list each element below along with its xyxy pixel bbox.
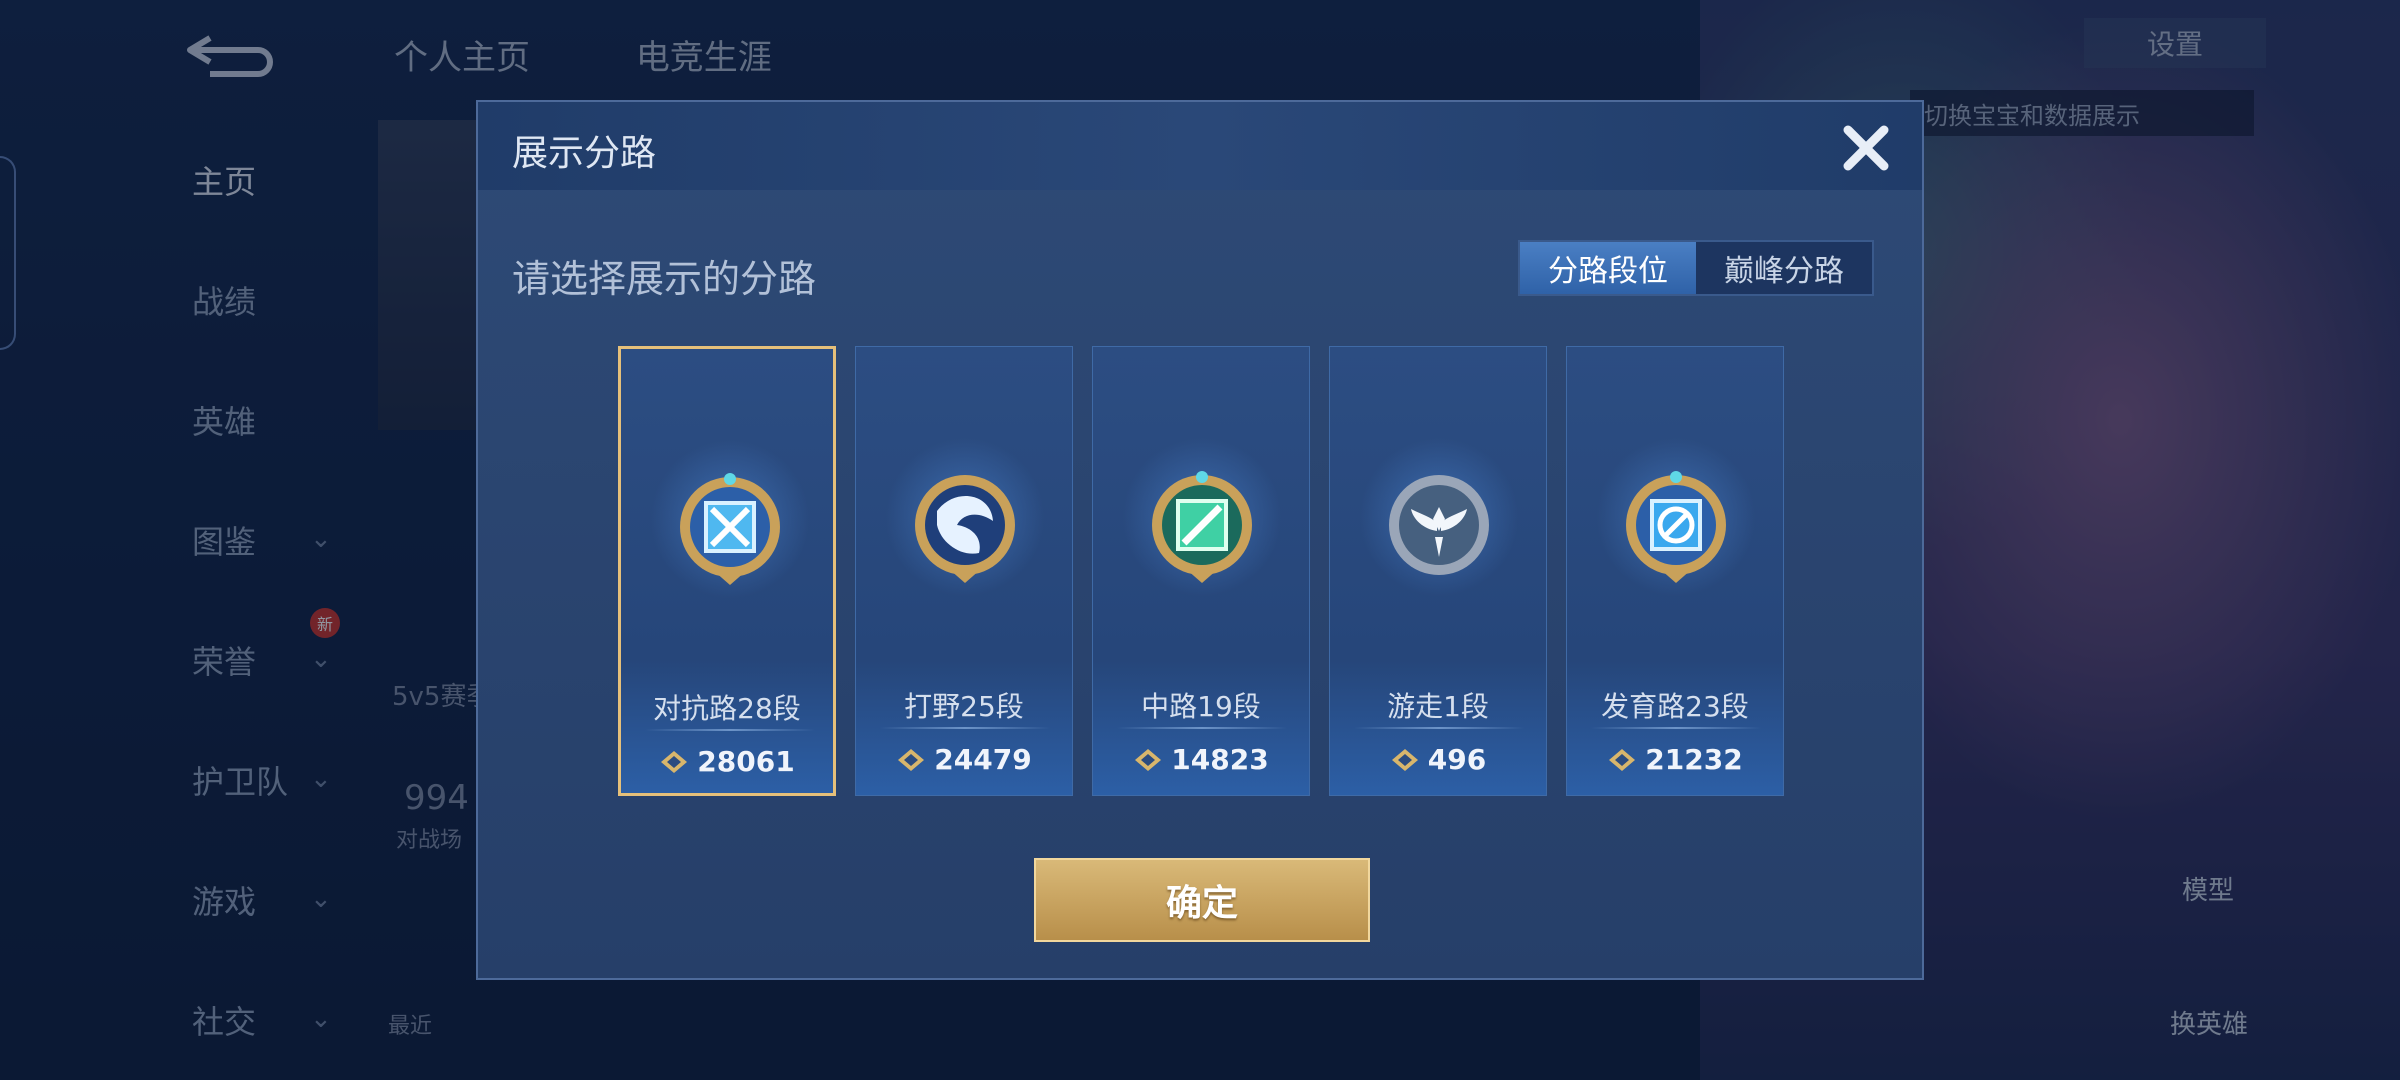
tab-lane-rank[interactable]: 分路段位: [1520, 242, 1696, 294]
rank-points-icon: [1391, 748, 1418, 771]
lane-name: 游走1段: [1387, 690, 1489, 723]
roam-emblem-icon: [1389, 475, 1489, 575]
lane-display-dialog: 展示分路 请选择展示的分路 分路段位 巅峰分路 对抗路28段 28061 打野2…: [476, 100, 1924, 980]
close-icon: [1843, 125, 1889, 171]
divider: [1591, 727, 1761, 729]
lane-name: 打野25段: [904, 690, 1024, 723]
dialog-header: [478, 102, 1922, 190]
lane-card-list: 对抗路28段 28061 打野25段 24479 中路19段 14823 游走1…: [618, 346, 1788, 796]
rank-points-icon: [898, 748, 925, 771]
clash-lane-emblem-icon: [680, 473, 780, 585]
divider: [880, 727, 1050, 729]
divider: [645, 729, 815, 731]
lane-score-value: 14823: [1171, 743, 1269, 776]
lane-score: 14823: [1093, 743, 1309, 776]
lane-name: 发育路23段: [1601, 690, 1749, 723]
lane-card-clash[interactable]: 对抗路28段 28061: [618, 346, 836, 796]
jungle-emblem-icon: [915, 475, 1015, 583]
tab-peak-lane[interactable]: 巅峰分路: [1696, 242, 1872, 294]
rank-points-icon: [1609, 748, 1636, 771]
divider: [1354, 727, 1524, 729]
lane-score: 24479: [856, 743, 1072, 776]
lane-score: 496: [1330, 743, 1546, 776]
lane-score-value: 24479: [934, 743, 1032, 776]
lane-mode-toggle: 分路段位 巅峰分路: [1518, 240, 1874, 296]
lane-score-value: 21232: [1645, 743, 1743, 776]
divider: [1117, 727, 1287, 729]
mid-lane-emblem-icon: [1152, 471, 1252, 583]
lane-score-value: 496: [1427, 743, 1487, 776]
lane-name: 对抗路28段: [653, 692, 801, 725]
lane-card-farm[interactable]: 发育路23段 21232: [1566, 346, 1784, 796]
rank-points-icon: [661, 750, 688, 773]
lane-score: 28061: [621, 745, 833, 778]
farm-lane-emblem-icon: [1626, 471, 1726, 583]
confirm-button[interactable]: 确定: [1034, 858, 1370, 942]
dialog-title: 展示分路: [512, 133, 657, 174]
rank-points-icon: [1135, 748, 1162, 771]
lane-name: 中路19段: [1141, 690, 1261, 723]
lane-card-jungle[interactable]: 打野25段 24479: [855, 346, 1073, 796]
lane-card-roam[interactable]: 游走1段 496: [1329, 346, 1547, 796]
lane-score: 21232: [1567, 743, 1783, 776]
lane-card-mid[interactable]: 中路19段 14823: [1092, 346, 1310, 796]
close-button[interactable]: [1834, 116, 1898, 180]
selection-prompt: 请选择展示的分路: [512, 257, 817, 301]
lane-score-value: 28061: [697, 745, 795, 778]
